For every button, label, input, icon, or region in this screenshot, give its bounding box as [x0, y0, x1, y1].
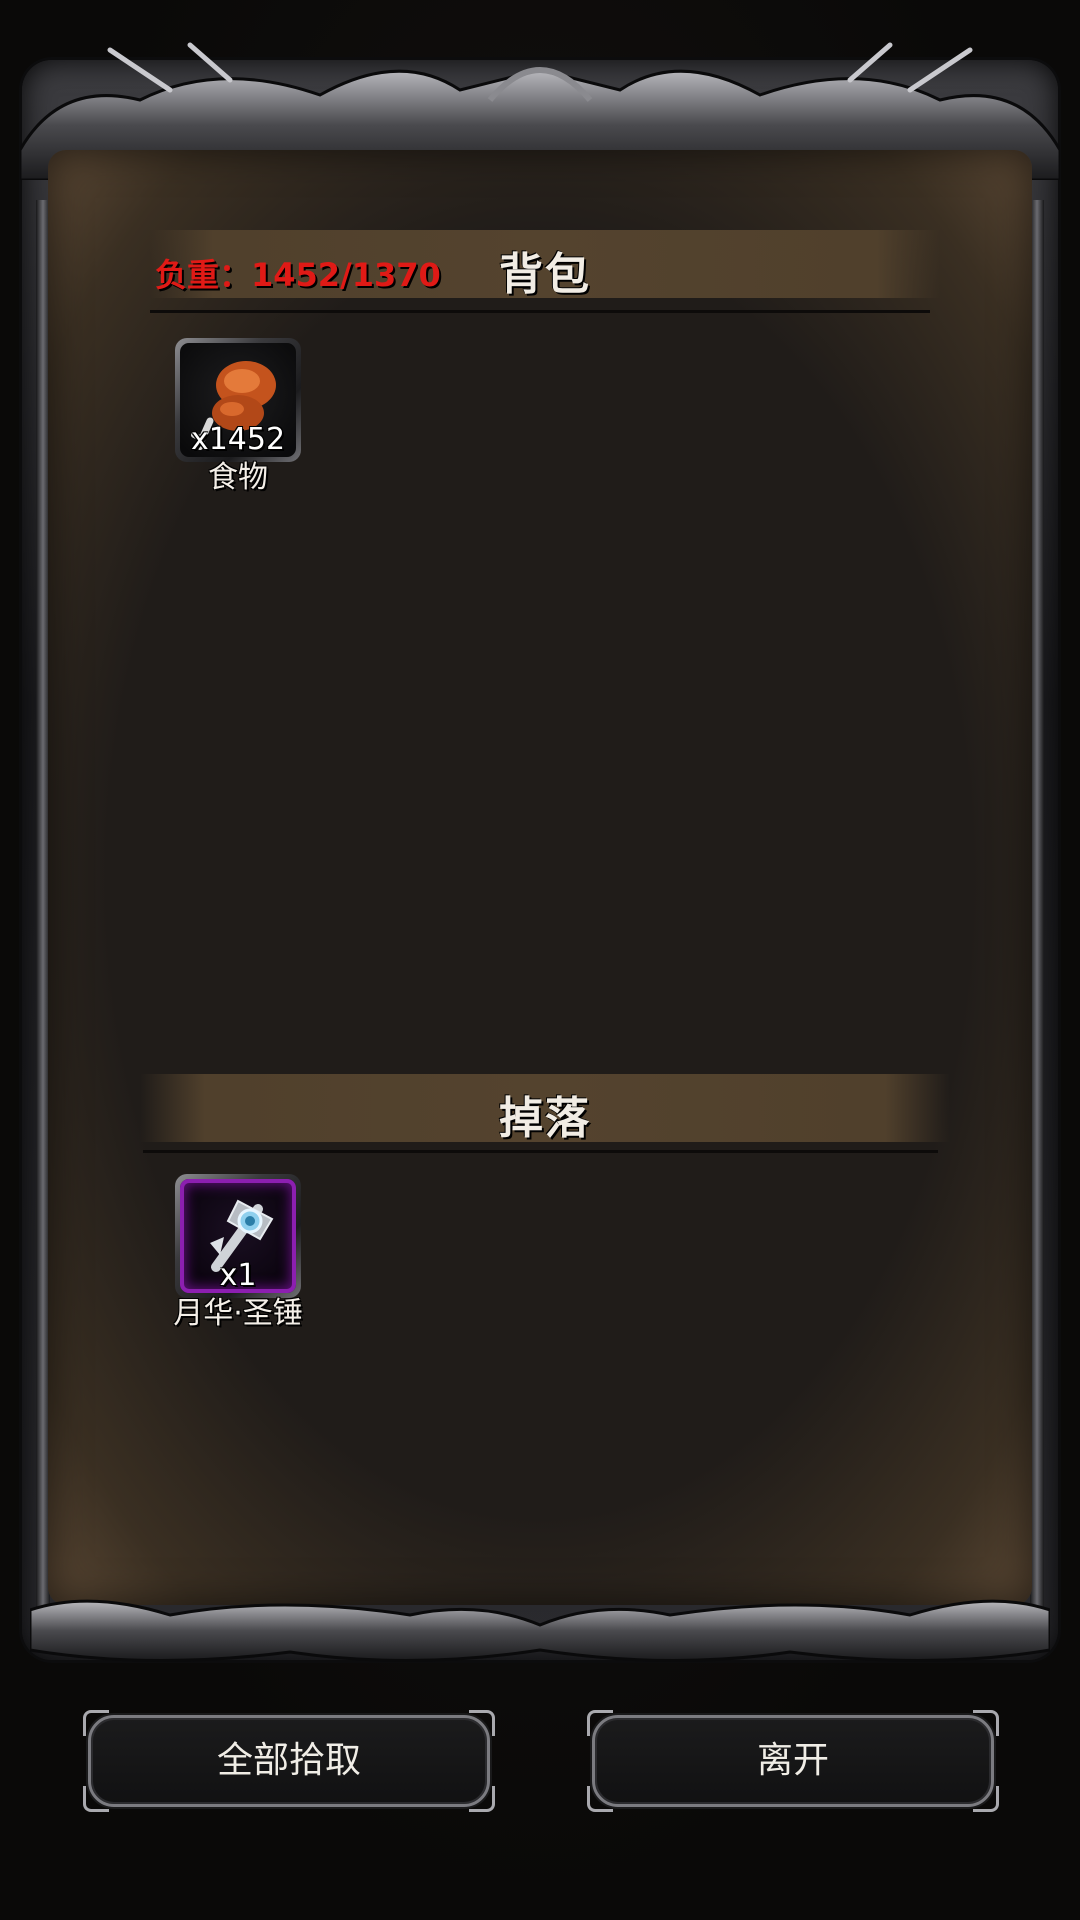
loot-screen: 背包 负重：1452/1370 x1452 食物 掉落 x1 月华·圣锤 全部拾…: [0, 0, 1080, 1920]
pickup-all-button[interactable]: 全部拾取: [83, 1710, 495, 1812]
item-name-food: 食物: [208, 460, 268, 495]
weight-label: 负重：1452/1370: [155, 256, 441, 294]
frame-right-edge: [1030, 200, 1044, 1620]
drops-title: 掉落: [499, 1093, 591, 1144]
button-corner-ornament: [587, 1710, 613, 1736]
drops-divider: [143, 1150, 938, 1153]
pickup-all-label: 全部拾取: [216, 1740, 361, 1781]
item-slot-food[interactable]: x1452: [175, 338, 301, 462]
item-count: x1452: [190, 422, 286, 457]
button-corner-ornament: [587, 1786, 613, 1812]
item-slot-holy-hammer[interactable]: x1: [175, 1174, 301, 1298]
button-corner-ornament: [469, 1786, 495, 1812]
leave-button[interactable]: 离开: [587, 1710, 999, 1812]
item-slot-inner: x1: [180, 1179, 296, 1293]
frame-bottom-ornament: [30, 1599, 1050, 1663]
leave-label: 离开: [756, 1740, 829, 1781]
button-corner-ornament: [973, 1710, 999, 1736]
item-count: x1: [219, 1258, 257, 1293]
button-corner-ornament: [83, 1710, 109, 1736]
button-corner-ornament: [469, 1710, 495, 1736]
item-slot-inner: x1452: [180, 343, 296, 457]
backpack-divider: [150, 310, 930, 313]
item-name-holy-hammer: 月华·圣锤: [173, 1296, 303, 1331]
button-corner-ornament: [83, 1786, 109, 1812]
button-corner-ornament: [973, 1786, 999, 1812]
drops-header: 掉落: [140, 1074, 950, 1144]
